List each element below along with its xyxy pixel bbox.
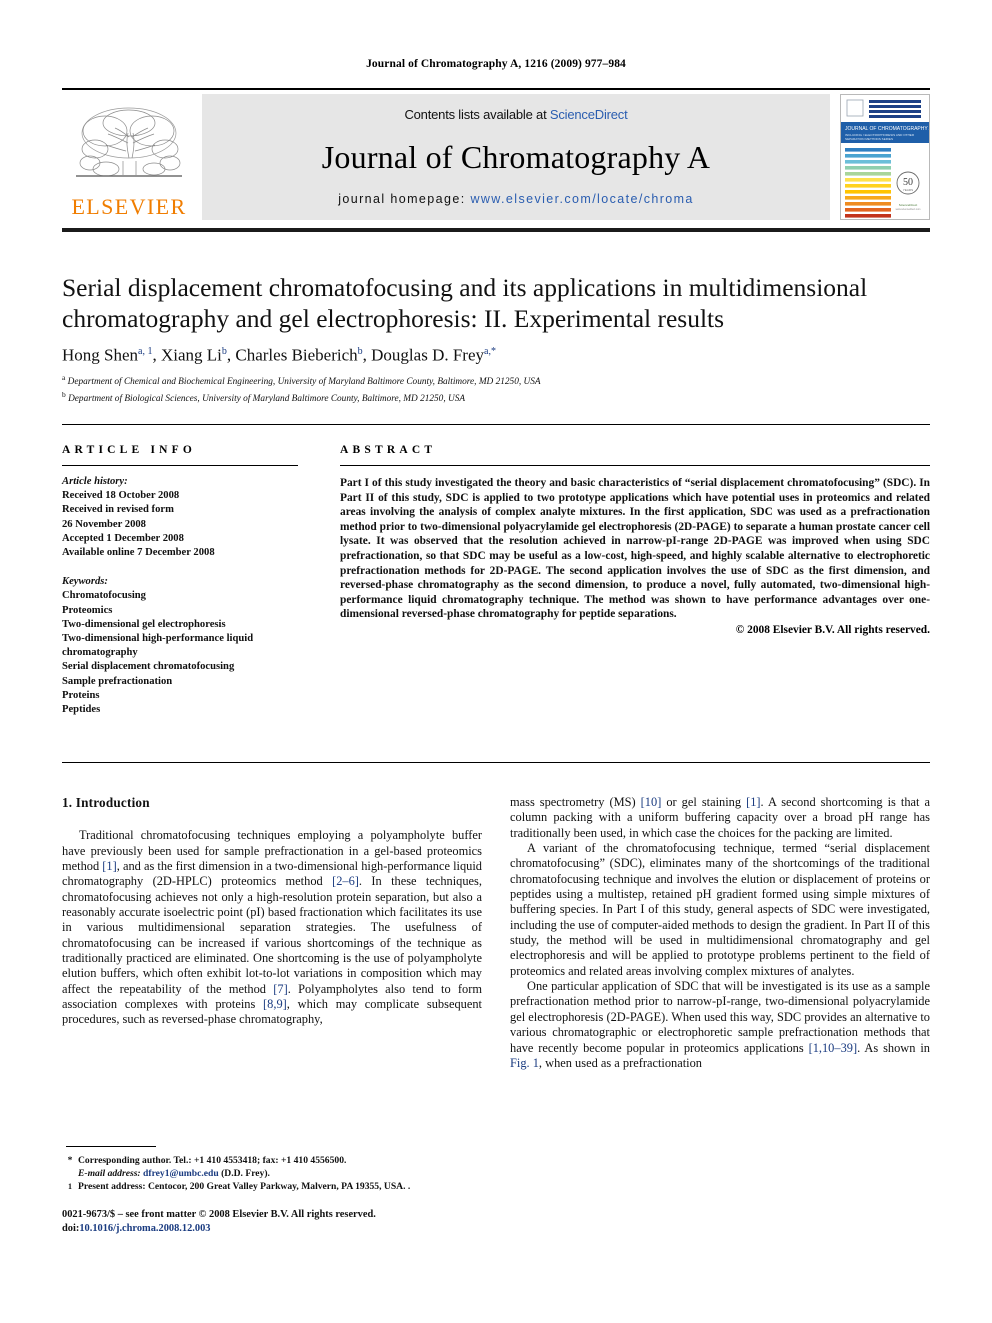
article-info-rule: [62, 465, 298, 466]
history-item: Received 18 October 2008: [62, 490, 180, 502]
svg-text:www.sciencedirect.com: www.sciencedirect.com: [896, 208, 921, 211]
front-matter-line: 0021-9673/$ – see front matter © 2008 El…: [62, 1209, 376, 1220]
body-paragraph: mass spectrometry (MS) [10] or gel stain…: [510, 795, 930, 840]
contents-prefix: Contents lists available at: [404, 107, 550, 122]
svg-text:ScienceDirect: ScienceDirect: [899, 203, 918, 207]
footnote-block: * Corresponding author. Tel.: +1 410 455…: [62, 1154, 492, 1198]
abstract-column: ABSTRACT Part I of this study investigat…: [340, 444, 930, 636]
citation-ref[interactable]: [1,10–39]: [809, 1041, 858, 1055]
paper-page: Journal of Chromatography A, 1216 (2009)…: [0, 0, 992, 1323]
citation-ref[interactable]: [2–6]: [332, 874, 359, 888]
keyword-item: Chromatofocusing: [62, 590, 146, 602]
doi-link[interactable]: 10.1016/j.chroma.2008.12.003: [79, 1223, 210, 1234]
corresponding-author-text: Corresponding author. Tel.: +1 410 45534…: [78, 1155, 347, 1166]
email-link[interactable]: dfrey1@umbc.edu: [143, 1168, 219, 1179]
contents-available-line: Contents lists available at ScienceDirec…: [404, 107, 627, 122]
homepage-url-link[interactable]: www.elsevier.com/locate/chroma: [470, 192, 693, 206]
colophon: 0021-9673/$ – see front matter © 2008 El…: [62, 1208, 522, 1236]
masthead-bottom-rule: [62, 228, 930, 232]
keywords-label: Keywords:: [62, 576, 108, 588]
page-title: Serial displacement chromatofocusing and…: [62, 273, 868, 333]
keyword-item: Two-dimensional gel electrophoresis: [62, 618, 226, 630]
affiliations: a Department of Chemical and Biochemical…: [62, 372, 922, 405]
citation-ref[interactable]: [7]: [273, 982, 287, 996]
email-owner: (D.D. Frey).: [221, 1168, 270, 1180]
article-history-block: Article history: Received 18 October 200…: [62, 475, 302, 560]
keyword-item: Proteomics: [62, 604, 113, 616]
figure-ref[interactable]: Fig. 1: [510, 1056, 539, 1070]
affiliation-b-text: Department of Biological Sciences, Unive…: [68, 393, 466, 404]
info-band-bottom-rule: [62, 762, 930, 763]
elsevier-wordmark: ELSEVIER: [71, 194, 187, 219]
keyword-item: Sample prefractionation: [62, 675, 173, 687]
abstract-copyright: © 2008 Elsevier B.V. All rights reserved…: [735, 623, 930, 636]
article-history-label: Article history:: [62, 476, 128, 487]
affiliation-a: a Department of Chemical and Biochemical…: [62, 372, 922, 389]
body-column-right: mass spectrometry (MS) [10] or gel stain…: [510, 795, 930, 1071]
citation-ref[interactable]: [1]: [102, 859, 116, 873]
keywords-block: Keywords: Chromatofocusing Proteomics Tw…: [62, 575, 302, 717]
author-list: Hong Shena, 1, Xiang Lib, Charles Bieber…: [62, 345, 496, 365]
body-paragraph: One particular application of SDC that w…: [510, 979, 930, 1070]
affiliation-mark-a: a: [62, 373, 66, 382]
elsevier-logo: ELSEVIER: [62, 94, 196, 220]
body-column-left: 1. Introduction Traditional chromatofocu…: [62, 795, 482, 1028]
footnote-marker: 1: [62, 1180, 78, 1197]
keyword-item: Proteins: [62, 689, 100, 701]
keyword-item: Peptides: [62, 704, 101, 716]
article-info-column: ARTICLE INFO Article history: Received 1…: [62, 444, 302, 717]
section-heading-introduction: 1. Introduction: [62, 795, 150, 810]
abstract-rule: [340, 465, 930, 466]
affiliation-mark-b: b: [62, 389, 66, 399]
affiliation-b: b Department of Biological Sciences, Uni…: [62, 389, 922, 406]
body-paragraph: Traditional chromatofocusing techniques …: [62, 828, 482, 1027]
abstract-text: Part I of this study investigated the th…: [340, 477, 930, 621]
body-paragraph: A variant of the chromatofocusing techni…: [510, 841, 930, 978]
footnote-separator: [66, 1146, 156, 1147]
footnote-present-address: 1 Present address: Centocor, 200 Great V…: [62, 1180, 492, 1197]
doi-line: doi:10.1016/j.chroma.2008.12.003: [62, 1222, 522, 1236]
keyword-item: Two-dimensional high-performance liquid …: [62, 633, 254, 659]
homepage-prefix: journal homepage:: [338, 192, 471, 206]
elsevier-tree-icon: [76, 107, 182, 177]
citation-ref[interactable]: [10]: [641, 795, 662, 809]
footnote-text: Present address: Centocor, 200 Great Val…: [78, 1181, 411, 1193]
doi-label: doi:: [62, 1223, 80, 1234]
journal-masthead: ELSEVIER Contents lists available at Sci…: [62, 88, 930, 220]
journal-cover-thumbnail: JOURNAL OF CHROMATOGRAPHY A INCLUDING / …: [840, 94, 930, 220]
article-info-heading: ARTICLE INFO: [62, 444, 197, 456]
affiliation-a-text: Department of Chemical and Biochemical E…: [67, 377, 541, 388]
history-item: Received in revised form: [62, 504, 174, 516]
svg-text:JOURNAL OF CHROMATOGRAPHY A: JOURNAL OF CHROMATOGRAPHY A: [845, 126, 929, 132]
footnote-marker: *: [67, 1155, 73, 1166]
history-item: Accepted 1 December 2008: [62, 532, 184, 544]
sciencedirect-link[interactable]: ScienceDirect: [550, 107, 628, 122]
svg-text:YEARS: YEARS: [903, 188, 913, 192]
journal-title: Journal of Chromatography A: [321, 139, 711, 175]
info-band-top-rule: [62, 424, 930, 425]
sciencedirect-band: Contents lists available at ScienceDirec…: [202, 94, 830, 220]
footnote-corresponding-author: * Corresponding author. Tel.: +1 410 455…: [62, 1154, 492, 1180]
history-item: 26 November 2008: [62, 518, 146, 530]
keyword-item: Serial displacement chromatofocusing: [62, 661, 235, 673]
history-item: Available online 7 December 2008: [62, 547, 215, 559]
svg-text:SEPARATION METHODS SERIES: SEPARATION METHODS SERIES: [845, 137, 893, 141]
cover-artwork: JOURNAL OF CHROMATOGRAPHY A INCLUDING / …: [841, 95, 929, 219]
abstract-heading: ABSTRACT: [340, 444, 437, 456]
citation-ref[interactable]: [8,9]: [263, 997, 287, 1011]
running-head: Journal of Chromatography A, 1216 (2009)…: [366, 58, 626, 70]
footnote-text: Corresponding author. Tel.: +1 410 45534…: [78, 1154, 492, 1180]
email-address-label: E-mail address:: [78, 1168, 141, 1180]
journal-homepage-line: journal homepage: www.elsevier.com/locat…: [338, 192, 694, 206]
svg-text:50: 50: [903, 177, 913, 188]
citation-ref[interactable]: [1]: [746, 795, 760, 809]
footnote-marker-sup: 1: [68, 1182, 72, 1192]
